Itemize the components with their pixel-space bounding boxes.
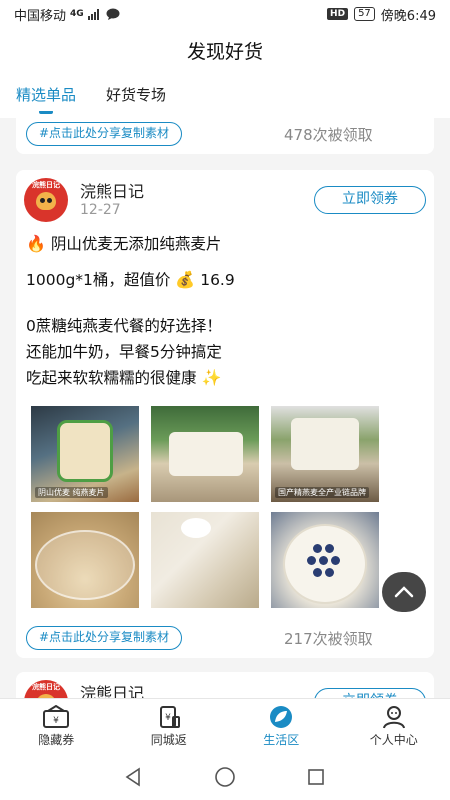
receipt-icon: ¥ [159, 706, 180, 728]
system-nav-bar [0, 754, 450, 800]
svg-text:¥: ¥ [165, 713, 171, 723]
clock: 傍晚6:49 [380, 8, 436, 24]
product-photo[interactable] [31, 512, 139, 608]
post-card: 浣熊日记 浣熊日记 12-27 立即领券 🔥 阴山优麦无添加纯燕麦片 1000g… [16, 170, 434, 658]
product-photo[interactable] [271, 512, 379, 608]
price: 16.9 [200, 271, 235, 289]
nav-item-local-rebate[interactable]: ¥ 同城返 [113, 699, 226, 754]
product-photo[interactable]: 国产精燕麦全产业链品牌 [271, 406, 379, 502]
claimed-count: 217次被领取 [284, 630, 373, 648]
avatar-text: 浣熊日记 [32, 683, 60, 691]
fire-icon: 🔥 [26, 234, 46, 253]
avatar-text: 浣熊日记 [32, 181, 60, 189]
tab-featured-items[interactable]: 精选单品 [16, 76, 76, 118]
post-line: 0蔗糖纯燕麦代餐的好选择！ [26, 317, 222, 335]
hd-badge: HD [327, 8, 349, 20]
nav-label: 个人中心 [369, 733, 418, 747]
claimed-count: 478次被领取 [284, 126, 373, 144]
person-icon [382, 706, 405, 729]
recents-icon[interactable] [306, 767, 326, 787]
nav-label: 同城返 [150, 733, 187, 747]
tab-label: 好货专场 [106, 86, 167, 104]
tab-label: 精选单品 [16, 86, 77, 104]
avatar[interactable]: 浣熊日记 [24, 680, 68, 698]
battery-icon: 57 [354, 7, 375, 21]
share-material-button[interactable]: #点击此处分享复制素材 [26, 122, 183, 146]
tab-indicator [39, 110, 53, 114]
leaf-icon [270, 706, 293, 728]
scroll-to-top-button[interactable] [382, 572, 426, 612]
network-type: 4G [70, 9, 84, 19]
get-coupon-button[interactable]: 立即领券 [314, 186, 426, 214]
nav-item-hidden-coupons[interactable]: ¥ 隐藏券 [0, 699, 113, 754]
signal-icon [87, 9, 99, 20]
post-line: 吃起来软软糯糯的很健康 ✨ [26, 366, 221, 390]
chevron-up-icon [394, 586, 414, 598]
author-name: 浣熊日记 [80, 684, 145, 698]
post-line: 🔥 阴山优麦无添加纯燕麦片 [26, 232, 221, 256]
back-icon[interactable] [124, 767, 144, 787]
money-bag-icon: 💰 [175, 270, 196, 289]
sparkles-icon: ✨ [201, 368, 222, 387]
avatar[interactable]: 浣熊日记 [24, 178, 68, 222]
status-bar: 中国移动 4G HD 57 傍晚6:49 [0, 0, 450, 28]
author-name: 浣熊日记 [80, 182, 145, 201]
svg-text:¥: ¥ [53, 716, 59, 726]
post-card: #点击此处分享复制素材 478次被领取 [16, 118, 434, 154]
get-coupon-button[interactable]: 立即领券 [314, 688, 426, 698]
product-photo[interactable] [151, 512, 259, 608]
bottom-nav: ¥ 隐藏券 ¥ 同城返 生活区 个人中心 [0, 698, 450, 754]
share-material-button[interactable]: #点击此处分享复制素材 [26, 626, 183, 650]
nav-label: 隐藏券 [38, 733, 75, 747]
post-card: 浣熊日记 浣熊日记 立即领券 [16, 672, 434, 698]
chat-bubble-icon [106, 8, 120, 20]
product-photo[interactable]: 阴山优麦 纯燕麦片 [31, 406, 139, 502]
post-line: 1000g*1桶，超值价 💰 16.9 [26, 268, 235, 292]
home-icon[interactable] [214, 766, 236, 788]
feed[interactable]: #点击此处分享复制素材 478次被领取 浣熊日记 浣熊日记 12-27 立即领券… [0, 118, 450, 698]
nav-item-life-zone[interactable]: 生活区 [225, 699, 338, 754]
nav-item-profile[interactable]: 个人中心 [338, 699, 450, 754]
post-date: 12-27 [80, 202, 121, 218]
nav-label: 生活区 [263, 733, 300, 747]
raccoon-logo-icon [36, 192, 56, 210]
tab-special-sales[interactable]: 好货专场 [106, 76, 166, 118]
ticket-icon: ¥ [43, 705, 70, 728]
carrier-name: 中国移动 [14, 8, 67, 24]
product-photo[interactable] [151, 406, 259, 502]
tab-bar: 精选单品 好货专场 [0, 76, 450, 118]
post-line: 还能加牛奶，早餐5分钟搞定 [26, 343, 222, 361]
page-title: 发现好货 [0, 28, 450, 76]
